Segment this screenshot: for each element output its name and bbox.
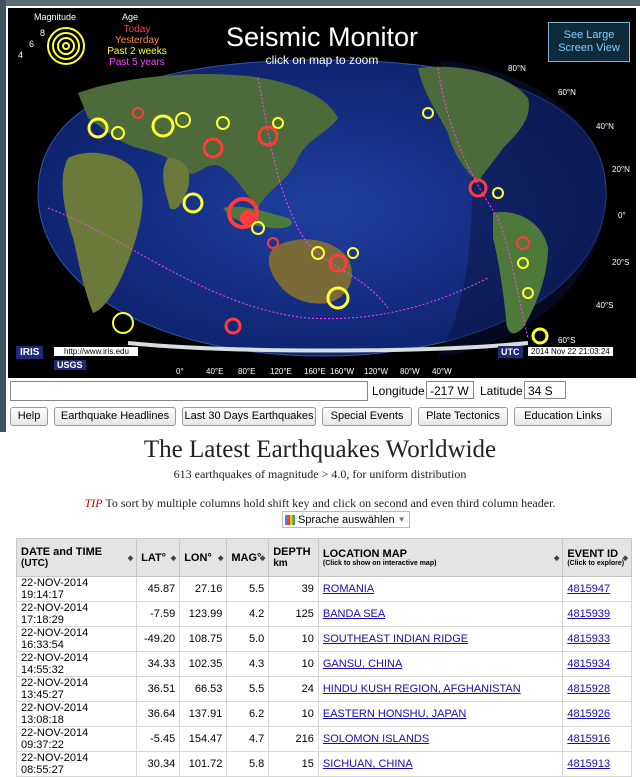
table-row: 22-NOV-2014 13:08:18 36.64 137.91 6.2 10… [15,701,632,727]
sort-icon: ◆ [622,554,628,562]
page-heading: The Latest Earthquakes Worldwide [143,436,497,463]
table-row: 22-NOV-2014 08:55:27 30.34 101.72 5.8 15… [15,751,632,777]
longitude-field[interactable]: -217 W [426,381,474,399]
table-row: 22-NOV-2014 17:18:29 -7.59 123.99 4.2 12… [15,601,632,627]
legend-magnitude-label: Magnitude [34,12,77,22]
lon-label-0: 0° [176,367,184,376]
lat-label-20s: 20°S [612,258,630,267]
map-title: Seismic Monitor [225,22,419,52]
location-link[interactable]: HINDU KUSH REGION, AFGHANISTAN [323,683,521,695]
sort-icon: ◆ [553,554,560,562]
map-subtitle: click on map to zoom [265,53,379,67]
latitude-field[interactable]: 34 S [524,381,566,399]
dropdown-arrow-icon: ▼ [397,514,406,524]
table-row: 22-NOV-2014 16:33:54 -49.20 108.75 5.0 1… [15,626,632,652]
location-link[interactable]: SOLOMON ISLANDS [323,733,429,745]
latitude-label: Latitude [480,384,523,398]
col-header-event-id[interactable]: EVENT ID (Click to explore) ◆ [562,538,632,577]
plate-tectonics-button[interactable]: Plate Tectonics [418,407,508,426]
col-header-mag[interactable]: MAG° ◆ [226,538,270,577]
longitude-label: Longitude [372,384,425,398]
lon-label-160w: 160°W [330,367,355,376]
event-id-link[interactable]: 4815916 [567,733,610,745]
lat-label-0: 0° [618,211,626,220]
location-link[interactable]: SOUTHEAST INDIAN RIDGE [323,633,468,645]
location-link[interactable]: EASTERN HONSHU, JAPAN [323,708,466,720]
event-id-link[interactable]: 4815934 [567,658,610,670]
col-header-lat[interactable]: LAT° ◆ [136,538,181,577]
sort-icon: ◆ [170,554,177,562]
utc-label: UTC [498,346,523,358]
education-links-button[interactable]: Education Links [514,407,612,426]
tip-label: TIP [84,496,103,510]
location-link[interactable]: ROMANIA [323,583,374,595]
lat-label-60n: 60°N [558,88,576,97]
tip-text: To sort by multiple columns hold shift k… [102,496,556,510]
google-translate-icon [285,514,295,525]
lon-label-120e: 120°E [270,367,292,376]
table-row: 22-NOV-2014 13:45:27 36.51 66.53 5.5 24 … [15,676,632,702]
utc-timestamp: 2014 Nov 22 21:03:24 [528,347,613,356]
table-row: 22-NOV-2014 14:55:32 34.33 102.35 4.3 10… [15,651,632,677]
col-header-location[interactable]: LOCATION MAP (Click to show on interactiv… [317,538,564,577]
usgs-logo[interactable]: USGS [54,360,86,370]
seismic-map[interactable]: Magnitude Age 8 6 4 Today Yesterday Past… [8,8,636,378]
location-link[interactable]: GANSU, CHINA [323,658,402,670]
iris-url-link[interactable]: http://www.iris.edu [54,347,138,356]
sort-icon: ◆ [127,554,134,562]
legend-age-label: Age [122,12,139,22]
location-readout-field[interactable] [10,381,368,401]
event-id-link[interactable]: 4815939 [567,608,610,620]
earthquake-headlines-button[interactable]: Earthquake Headlines [54,407,176,426]
location-link[interactable]: BANDA SEA [323,608,385,620]
lon-label-40e: 40°E [206,367,224,376]
sort-icon: ◆ [259,554,266,562]
event-id-link[interactable]: 4815933 [567,633,610,645]
large-screen-view-button[interactable]: See Large Screen View [548,22,630,62]
table-row: 22-NOV-2014 09:37:22 -5.45 154.47 4.7 21… [15,726,632,752]
event-id-link[interactable]: 4815926 [567,708,610,720]
sort-icon: ◆ [217,554,224,562]
event-id-link[interactable]: 4815928 [567,683,610,695]
col-header-depth[interactable]: DEPTH km [268,538,319,577]
iris-logo[interactable]: IRIS [16,346,44,359]
col-header-lon[interactable]: LON° ◆ [179,538,228,577]
lat-label-40n: 40°N [596,122,614,131]
lat-label-60s: 60°S [558,336,576,345]
help-button[interactable]: Help [10,407,48,426]
lon-label-80w: 80°W [400,367,420,376]
col-header-datetime[interactable]: DATE and TIME (UTC) ◆ [15,538,138,577]
lon-label-80e: 80°E [238,367,256,376]
sort-tip: TIP To sort by multiple columns hold shi… [0,496,640,511]
lon-label-160e: 160°E [304,367,326,376]
lat-label-20n: 20°N [612,165,630,174]
lon-label-40w: 40°W [432,367,452,376]
event-id-link[interactable]: 4815947 [567,583,610,595]
earthquake-table: DATE and TIME (UTC) ◆ LAT° ◆ LON° ◆ MAG° ◆ DE… [15,538,632,777]
language-selector[interactable]: Sprache auswählen ▼ [282,511,410,528]
last-30-days-button[interactable]: Last 30 Days Earthquakes [182,407,316,426]
lat-label-40s: 40°S [596,301,614,310]
coordinate-bar: Longitude -217 W Latitude 34 S [10,381,636,403]
table-row: 22-NOV-2014 19:14:17 45.87 27.16 5.5 39 … [15,576,632,602]
special-events-button[interactable]: Special Events [322,407,412,426]
lon-label-120w: 120°W [364,367,389,376]
language-selector-label: Sprache auswählen [298,513,395,526]
left-frame-strip [0,0,6,432]
page-subheading: 613 earthquakes of magnitude > 4.0, for … [173,467,467,481]
lat-label-80n: 80°N [508,64,526,73]
top-frame-strip [0,0,640,6]
